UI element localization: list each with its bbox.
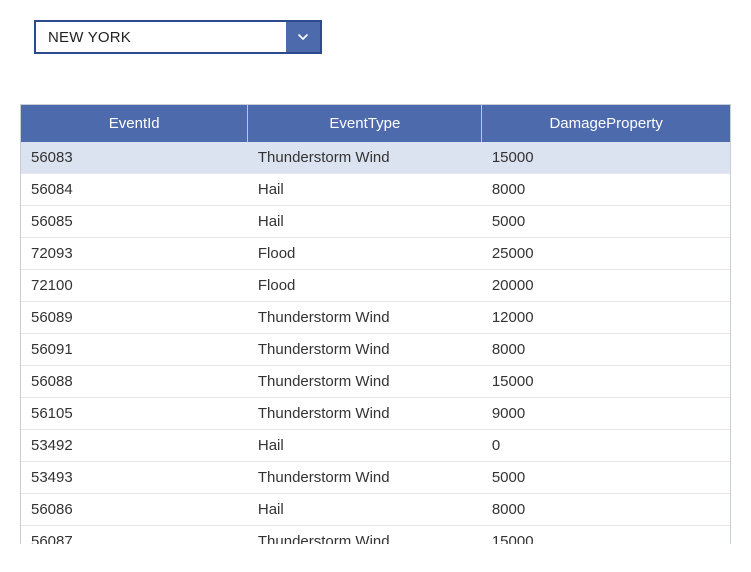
cell-eventid: 72100: [21, 270, 248, 302]
state-dropdown[interactable]: NEW YORK: [34, 20, 322, 54]
cell-eventid: 56087: [21, 526, 248, 545]
events-table-container: EventId EventType DamageProperty 56083Th…: [20, 104, 731, 544]
state-dropdown-value: NEW YORK: [36, 22, 286, 52]
table-row[interactable]: 53493Thunderstorm Wind5000: [21, 462, 730, 494]
cell-eventtype: Thunderstorm Wind: [248, 302, 482, 334]
cell-damageproperty: 12000: [482, 302, 730, 334]
table-row[interactable]: 56089Thunderstorm Wind12000: [21, 302, 730, 334]
cell-eventid: 56088: [21, 366, 248, 398]
cell-damageproperty: 15000: [482, 142, 730, 174]
cell-eventid: 53492: [21, 430, 248, 462]
cell-damageproperty: 8000: [482, 174, 730, 206]
cell-damageproperty: 20000: [482, 270, 730, 302]
cell-eventtype: Hail: [248, 174, 482, 206]
cell-eventtype: Thunderstorm Wind: [248, 526, 482, 545]
table-row[interactable]: 56091Thunderstorm Wind8000: [21, 334, 730, 366]
table-row[interactable]: 53492Hail0: [21, 430, 730, 462]
column-header-eventtype[interactable]: EventType: [248, 105, 482, 142]
table-row[interactable]: 72100Flood20000: [21, 270, 730, 302]
table-header-row: EventId EventType DamageProperty: [21, 105, 730, 142]
cell-eventtype: Flood: [248, 238, 482, 270]
cell-damageproperty: 5000: [482, 206, 730, 238]
cell-damageproperty: 9000: [482, 398, 730, 430]
cell-eventid: 72093: [21, 238, 248, 270]
cell-eventtype: Thunderstorm Wind: [248, 334, 482, 366]
cell-eventid: 56086: [21, 494, 248, 526]
cell-eventtype: Thunderstorm Wind: [248, 142, 482, 174]
table-row[interactable]: 56086Hail8000: [21, 494, 730, 526]
cell-eventtype: Hail: [248, 206, 482, 238]
cell-eventtype: Hail: [248, 494, 482, 526]
table-row[interactable]: 56087Thunderstorm Wind15000: [21, 526, 730, 545]
cell-eventid: 56091: [21, 334, 248, 366]
chevron-down-icon: [286, 22, 320, 52]
cell-eventid: 56089: [21, 302, 248, 334]
table-row[interactable]: 56085Hail5000: [21, 206, 730, 238]
table-row[interactable]: 56084Hail8000: [21, 174, 730, 206]
table-row[interactable]: 56105Thunderstorm Wind9000: [21, 398, 730, 430]
cell-damageproperty: 8000: [482, 334, 730, 366]
cell-eventtype: Thunderstorm Wind: [248, 398, 482, 430]
cell-eventid: 53493: [21, 462, 248, 494]
column-header-damageproperty[interactable]: DamageProperty: [482, 105, 730, 142]
cell-eventid: 56083: [21, 142, 248, 174]
cell-damageproperty: 0: [482, 430, 730, 462]
cell-damageproperty: 25000: [482, 238, 730, 270]
cell-eventid: 56084: [21, 174, 248, 206]
cell-eventtype: Hail: [248, 430, 482, 462]
table-row[interactable]: 56083Thunderstorm Wind15000: [21, 142, 730, 174]
cell-eventid: 56085: [21, 206, 248, 238]
events-table: EventId EventType DamageProperty 56083Th…: [21, 105, 730, 544]
cell-damageproperty: 15000: [482, 366, 730, 398]
table-row[interactable]: 72093Flood25000: [21, 238, 730, 270]
cell-damageproperty: 5000: [482, 462, 730, 494]
table-row[interactable]: 56088Thunderstorm Wind15000: [21, 366, 730, 398]
cell-damageproperty: 15000: [482, 526, 730, 545]
cell-eventtype: Thunderstorm Wind: [248, 366, 482, 398]
cell-eventtype: Thunderstorm Wind: [248, 462, 482, 494]
cell-damageproperty: 8000: [482, 494, 730, 526]
cell-eventtype: Flood: [248, 270, 482, 302]
column-header-eventid[interactable]: EventId: [21, 105, 248, 142]
cell-eventid: 56105: [21, 398, 248, 430]
